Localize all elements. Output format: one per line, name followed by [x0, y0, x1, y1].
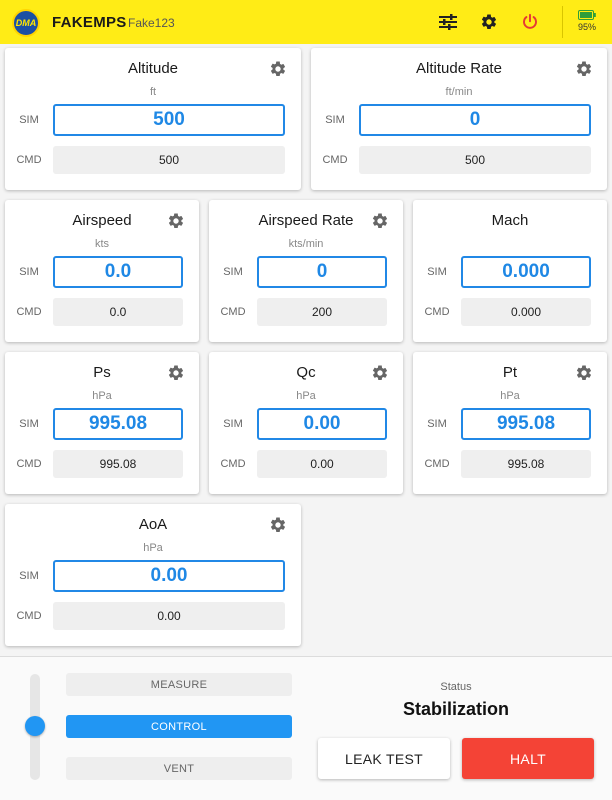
param-card-aoa: AoA hPa SIM 0.00 CMD 0.00 [5, 504, 301, 646]
sim-label: SIM [427, 266, 447, 278]
gear-icon[interactable] [167, 212, 185, 230]
sim-value-input[interactable]: 0 [257, 256, 387, 288]
cmd-label: CMD [322, 154, 348, 166]
app-title: FAKEMPS [52, 14, 127, 31]
gear-icon[interactable] [371, 212, 389, 230]
sim-value-input[interactable]: 995.08 [461, 408, 591, 440]
card-unit: hPa [296, 390, 316, 402]
gear-icon[interactable] [269, 516, 287, 534]
cmd-label: CMD [424, 306, 450, 318]
card-unit: hPa [143, 542, 163, 554]
status-value: Stabilization [402, 699, 509, 719]
gear-icon[interactable] [575, 364, 593, 382]
cmd-value: 200 [257, 298, 387, 326]
power-icon[interactable] [520, 12, 540, 32]
mode-slider-thumb[interactable] [25, 716, 45, 736]
sim-value-input[interactable]: 0.0 [53, 256, 183, 288]
battery-icon [578, 10, 596, 20]
cmd-value: 0.000 [461, 298, 591, 326]
param-card-airspeed-rate: Airspeed Rate kts/min SIM 0 CMD 200 [209, 200, 403, 342]
cmd-value: 0.0 [53, 298, 183, 326]
cmd-label: CMD [16, 306, 42, 318]
cmd-label: CMD [16, 458, 42, 470]
cmd-label: CMD [220, 458, 246, 470]
cmd-label: CMD [16, 154, 42, 166]
gear-icon[interactable] [269, 60, 287, 78]
battery-indicator: 95% [574, 10, 600, 32]
cmd-label: CMD [16, 610, 42, 622]
halt-button[interactable]: HALT [462, 738, 594, 779]
card-title: AoA [138, 516, 168, 533]
sim-label: SIM [427, 418, 447, 430]
sim-value-input[interactable]: 500 [53, 104, 285, 136]
sim-label: SIM [19, 114, 39, 126]
param-card-qc: Qc hPa SIM 0.00 CMD 0.00 [209, 352, 403, 494]
mode-measure-button[interactable]: MEASURE [66, 673, 292, 696]
card-unit: ft/min [445, 86, 473, 98]
card-unit: kts [94, 238, 110, 250]
app-header: DMA FAKEMPS Fake123 95% [0, 0, 612, 44]
card-title: Altitude [127, 60, 179, 77]
cmd-value: 500 [359, 146, 591, 174]
cmd-value: 0.00 [53, 602, 285, 630]
sim-label: SIM [325, 114, 345, 126]
card-title: Altitude Rate [416, 60, 502, 77]
sim-value-input[interactable]: 0 [359, 104, 591, 136]
sliders-icon[interactable] [438, 12, 458, 32]
gear-icon[interactable] [479, 12, 499, 32]
sim-value-input[interactable]: 995.08 [53, 408, 183, 440]
param-card-altitude-rate: Altitude Rate ft/min SIM 0 CMD 500 [311, 48, 607, 190]
logo-text: DMA [15, 18, 37, 28]
param-card-airspeed: Airspeed kts SIM 0.0 CMD 0.0 [5, 200, 199, 342]
sim-value-input[interactable]: 0.00 [53, 560, 285, 592]
sim-value-input[interactable]: 0.000 [461, 256, 591, 288]
cmd-value: 995.08 [461, 450, 591, 478]
card-unit: kts/min [288, 238, 324, 250]
dma-logo: DMA [12, 9, 40, 37]
mode-control-button[interactable]: CONTROL [66, 715, 292, 738]
sim-value-input[interactable]: 0.00 [257, 408, 387, 440]
param-card-altitude: Altitude ft SIM 500 CMD 500 [5, 48, 301, 190]
mode-vent-button[interactable]: VENT [66, 757, 292, 780]
param-card-mach: Mach SIM 0.000 CMD 0.000 [413, 200, 607, 342]
param-card-pt: Pt hPa SIM 995.08 CMD 995.08 [413, 352, 607, 494]
gear-icon[interactable] [575, 60, 593, 78]
status-label: Status [440, 681, 472, 693]
gear-icon[interactable] [167, 364, 185, 382]
battery-percent: 95% [577, 22, 596, 32]
device-name: Fake123 [128, 16, 175, 30]
card-unit: ft [149, 86, 157, 98]
cmd-value: 995.08 [53, 450, 183, 478]
card-unit: hPa [92, 390, 112, 402]
sim-label: SIM [223, 418, 243, 430]
cmd-label: CMD [220, 306, 246, 318]
leak-test-button[interactable]: LEAK TEST [318, 738, 450, 779]
cmd-value: 0.00 [257, 450, 387, 478]
cmd-label: CMD [424, 458, 450, 470]
param-card-ps: Ps hPa SIM 995.08 CMD 995.08 [5, 352, 199, 494]
gear-icon[interactable] [371, 364, 389, 382]
header-divider [562, 6, 563, 38]
sim-label: SIM [19, 570, 39, 582]
sim-label: SIM [19, 418, 39, 430]
sim-label: SIM [223, 266, 243, 278]
card-title: Mach [491, 212, 529, 229]
sim-label: SIM [19, 266, 39, 278]
card-unit: hPa [500, 390, 520, 402]
cmd-value: 500 [53, 146, 285, 174]
